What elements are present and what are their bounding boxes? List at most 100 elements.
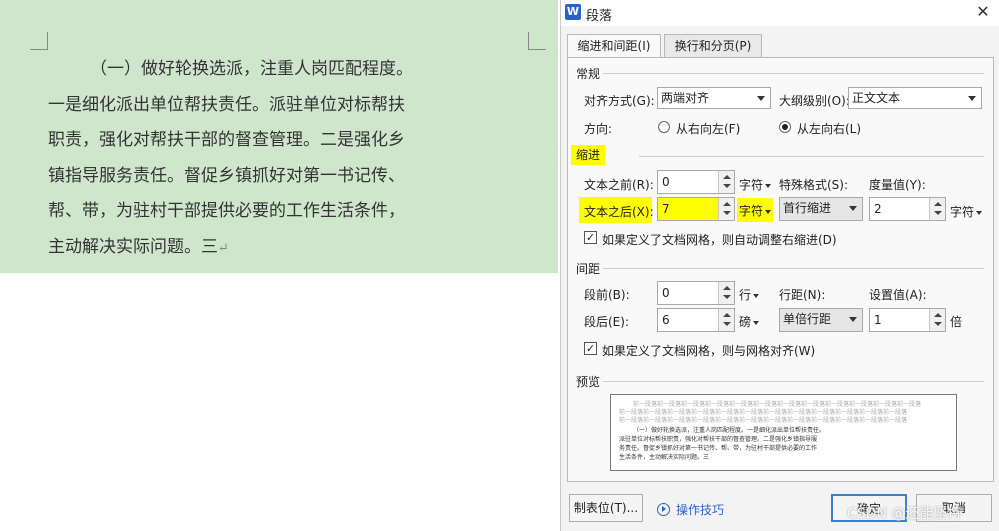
chevron-down-icon <box>765 209 772 214</box>
indent-before-input[interactable] <box>658 171 718 193</box>
spin-up-icon <box>723 202 731 206</box>
space-before-spinner[interactable] <box>657 281 735 305</box>
spin-down-icon <box>723 211 731 215</box>
measure-spinner[interactable] <box>869 197 946 221</box>
preview-body-line: 务责任。督促乡镇抓好对第一书记传、帮、带，为驻村干部提供必要的工作 <box>619 445 818 452</box>
section-divider <box>603 73 984 74</box>
spacing-grid-label: 如果定义了文档网格，则与网格对齐(W) <box>602 344 816 358</box>
paragraph-dialog: W 段落 ✕ 缩进和间距(I) 换行和分页(P) 常规 对齐方式(G): 两端对… <box>560 0 999 531</box>
paragraph-mark: ↵ <box>218 240 229 256</box>
indent-after-spinner[interactable] <box>657 197 735 221</box>
set-value-label: 设置值(A): <box>869 288 927 302</box>
spin-down-icon <box>723 295 731 299</box>
rtl-radio[interactable] <box>658 121 670 133</box>
spin-down-icon <box>934 211 942 215</box>
paragraph-line: 职责，强化对帮扶干部的督查管理。二是强化乡 <box>48 130 405 150</box>
spinner-buttons[interactable] <box>929 198 945 220</box>
chevron-down-icon <box>849 317 857 322</box>
paragraph-line-text: 主动解决实际问题。三 <box>48 236 218 257</box>
close-icon[interactable]: ✕ <box>972 2 994 22</box>
indent-grid-label: 如果定义了文档网格，则自动调整右缩进(D) <box>602 233 837 247</box>
alignment-select[interactable]: 两端对齐 <box>657 87 771 109</box>
spinner-buttons[interactable] <box>929 309 945 331</box>
spin-down-icon <box>723 322 731 326</box>
special-format-label: 特殊格式(S): <box>779 178 849 192</box>
dialog-titlebar[interactable]: W 段落 ✕ <box>561 0 999 26</box>
line-spacing-value: 单倍行距 <box>783 312 832 326</box>
line-spacing-select[interactable]: 单倍行距 <box>779 308 863 332</box>
rtl-label: 从右向左(F) <box>676 122 741 136</box>
preview-prev-paragraph: 前一段落前一段落前一段落前一段落前一段落前一段落前一段落前一段落前一段落前一段落… <box>619 417 908 424</box>
alignment-label: 对齐方式(G): <box>584 94 655 108</box>
chevron-down-icon <box>976 210 983 215</box>
indent-after-input[interactable] <box>658 198 718 220</box>
section-divider <box>603 268 984 269</box>
section-divider <box>603 381 984 382</box>
measure-input[interactable] <box>870 198 929 220</box>
space-after-spinner[interactable] <box>657 308 735 332</box>
paragraph-line: 帮、带，为驻村干部提供必要的工作生活条件， <box>48 201 405 221</box>
set-value-spinner[interactable] <box>869 308 946 332</box>
spin-up-icon <box>723 286 731 290</box>
chevron-down-icon <box>765 183 772 188</box>
space-before-input[interactable] <box>658 282 718 304</box>
paragraph-line: （一）做好轮换选派，注重人岗匹配程度。 <box>90 59 413 79</box>
measure-unit[interactable]: 字符 <box>950 203 983 220</box>
preview-section-heading: 预览 <box>576 375 601 389</box>
spacing-section-heading: 间距 <box>576 262 601 276</box>
wps-writer-icon: W <box>565 4 581 20</box>
preview-body-line: （一）做好轮换选派，注重人岗匹配程度。一是细化派出单位帮扶责任。 <box>633 427 826 434</box>
spin-down-icon <box>723 184 731 188</box>
spinner-buttons[interactable] <box>718 171 734 193</box>
spinner-buttons[interactable] <box>718 198 734 220</box>
outline-level-select[interactable]: 正文文本 <box>848 87 982 109</box>
tips-link[interactable]: 操作技巧 <box>676 501 724 518</box>
paragraph-line: 一是细化派出单位帮扶责任。派驻单位对标帮扶 <box>48 94 405 115</box>
indent-before-unit-text: 字符 <box>739 178 764 192</box>
section-divider <box>639 156 984 157</box>
outline-level-label: 大纲级别(O): <box>779 94 850 108</box>
spinner-buttons[interactable] <box>718 309 734 331</box>
chevron-down-icon <box>849 206 857 211</box>
space-after-input[interactable] <box>658 309 718 331</box>
spinner-buttons[interactable] <box>718 282 734 304</box>
space-after-unit[interactable]: 磅 <box>739 313 760 330</box>
document-page: （一）做好轮换选派，注重人岗匹配程度。 一是细化派出单位帮扶责任。派驻单位对标帮… <box>0 0 558 273</box>
chevron-down-icon <box>753 320 760 325</box>
indent-after-unit-text: 字符 <box>739 204 764 218</box>
paragraph-line: 镇指导服务责任。督促乡镇抓好对第一书记传、 <box>48 165 405 186</box>
indent-section-heading: 缩进 <box>571 145 606 165</box>
line-spacing-label: 行距(N): <box>779 288 826 302</box>
spacing-grid-checkbox[interactable]: ✓ <box>584 342 597 355</box>
preview-body-line: 生活条件，主动解决实际问题。三 <box>619 454 710 461</box>
play-circle-icon[interactable] <box>657 503 670 516</box>
special-format-select[interactable]: 首行缩进 <box>779 197 863 221</box>
indent-grid-checkbox[interactable]: ✓ <box>584 231 597 244</box>
set-value-unit: 倍 <box>950 315 963 329</box>
spin-up-icon <box>934 202 942 206</box>
space-before-unit[interactable]: 行 <box>739 286 760 303</box>
right-margin-corner-mark <box>528 32 546 50</box>
indent-after-label: 文本之后(X): <box>584 205 654 219</box>
set-value-input[interactable] <box>870 309 929 331</box>
indent-before-label: 文本之前(R): <box>584 178 654 192</box>
indent-after-unit[interactable]: 字符 <box>737 198 774 222</box>
direction-label: 方向: <box>584 122 613 136</box>
tab-indent-spacing[interactable]: 缩进和间距(I) <box>567 34 661 58</box>
spin-up-icon <box>723 175 731 179</box>
indent-before-spinner[interactable] <box>657 170 735 194</box>
chevron-down-icon <box>753 293 760 298</box>
preview-box: 前一段落前一段落前一段落前一段落前一段落前一段落前一段落前一段落前一段落前一段落… <box>610 394 957 471</box>
document-paragraph[interactable]: （一）做好轮换选派，注重人岗匹配程度。 一是细化派出单位帮扶责任。派驻单位对标帮… <box>48 52 448 266</box>
tabs-button[interactable]: 制表位(T)... <box>569 494 643 522</box>
ltr-radio[interactable] <box>779 121 791 133</box>
spin-up-icon <box>723 313 731 317</box>
general-section-heading: 常规 <box>576 67 601 81</box>
measure-label: 度量值(Y): <box>869 178 926 192</box>
tab-line-page-breaks[interactable]: 换行和分页(P) <box>664 34 762 58</box>
indent-before-unit[interactable]: 字符 <box>739 176 772 193</box>
space-before-label: 段前(B): <box>584 288 630 302</box>
space-after-unit-text: 磅 <box>739 315 752 329</box>
outline-level-value: 正文文本 <box>852 91 901 105</box>
ltr-label: 从左向右(L) <box>797 122 862 136</box>
